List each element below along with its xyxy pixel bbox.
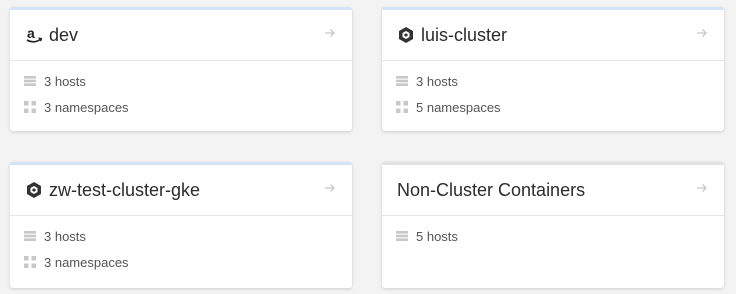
- server-icon: [396, 230, 408, 242]
- hosts-stat: 5 hosts: [396, 228, 724, 244]
- namespaces-count: 3 namespaces: [44, 254, 129, 270]
- namespaces-icon: [396, 101, 408, 113]
- hosts-count: 3 hosts: [44, 228, 86, 244]
- cluster-card-non-cluster-containers[interactable]: Non-Cluster Containers 5 hosts: [382, 162, 724, 288]
- cluster-card-header: a dev: [10, 10, 352, 61]
- hosts-stat: 3 hosts: [24, 228, 352, 244]
- server-icon: [24, 75, 36, 87]
- namespaces-icon: [24, 101, 36, 113]
- arrow-right-icon[interactable]: [696, 26, 708, 38]
- hosts-count: 5 hosts: [416, 228, 458, 244]
- cluster-card-dev[interactable]: a dev 3 hosts 3 namespaces: [10, 7, 352, 131]
- server-icon: [396, 75, 408, 87]
- namespaces-stat: 5 namespaces: [396, 99, 724, 115]
- server-icon: [24, 230, 36, 242]
- gke-icon: [396, 25, 416, 45]
- hosts-count: 3 hosts: [44, 73, 86, 89]
- cluster-card-header: Non-Cluster Containers: [382, 165, 724, 216]
- namespaces-stat: 3 namespaces: [24, 99, 352, 115]
- svg-text:a: a: [27, 26, 35, 41]
- namespaces-count: 3 namespaces: [44, 99, 129, 115]
- hosts-count: 3 hosts: [416, 73, 458, 89]
- gke-icon: [24, 180, 44, 200]
- namespaces-icon: [24, 256, 36, 268]
- arrow-right-icon[interactable]: [324, 26, 336, 38]
- hosts-stat: 3 hosts: [396, 73, 724, 89]
- arrow-right-icon[interactable]: [324, 181, 336, 193]
- cluster-name: zw-test-cluster-gke: [49, 179, 201, 200]
- amazon-icon: a: [24, 25, 44, 45]
- cluster-card-zw-test-cluster-gke[interactable]: zw-test-cluster-gke 3 hosts 3 namespaces: [10, 162, 352, 288]
- namespaces-count: 5 namespaces: [416, 99, 501, 115]
- hosts-stat: 3 hosts: [24, 73, 352, 89]
- cluster-name: luis-cluster: [421, 24, 508, 45]
- namespaces-stat: 3 namespaces: [24, 254, 352, 270]
- cluster-card-header: luis-cluster: [382, 10, 724, 61]
- cluster-name: Non-Cluster Containers: [397, 179, 586, 200]
- cluster-card-luis-cluster[interactable]: luis-cluster 3 hosts 5 namespaces: [382, 7, 724, 131]
- arrow-right-icon[interactable]: [696, 181, 708, 193]
- cluster-card-header: zw-test-cluster-gke: [10, 165, 352, 216]
- cluster-name: dev: [49, 24, 79, 45]
